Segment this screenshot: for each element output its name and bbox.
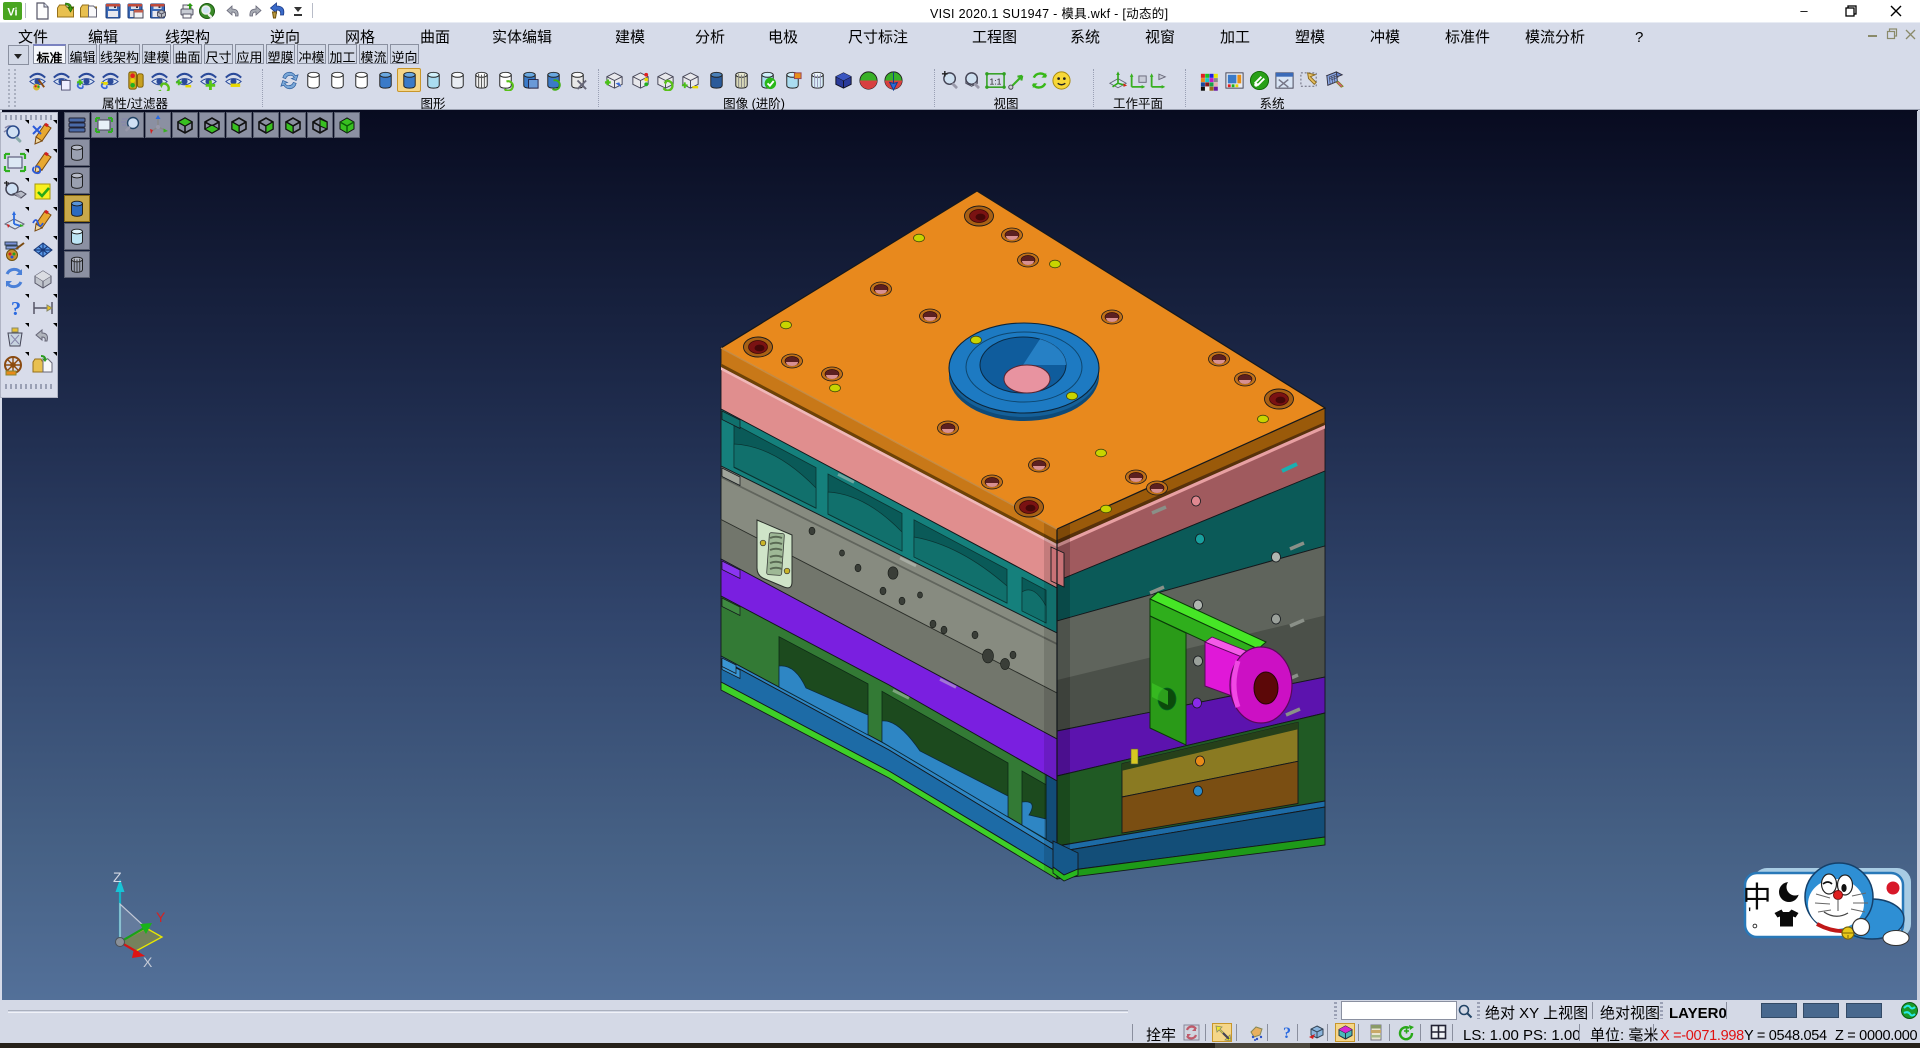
svg-text:1:1: 1:1 — [989, 75, 1001, 87]
svg-text:中: 中 — [1742, 874, 1771, 916]
svg-text:Y: Y — [156, 907, 166, 927]
svg-text:?: ? — [1283, 1025, 1291, 1041]
svg-text:Z: Z — [113, 867, 122, 887]
svg-text:X: X — [143, 952, 153, 972]
svg-text:': ' — [1748, 899, 1751, 924]
svg-text:Vi: Vi — [7, 4, 17, 20]
svg-text:。: 。 — [1752, 911, 1767, 932]
